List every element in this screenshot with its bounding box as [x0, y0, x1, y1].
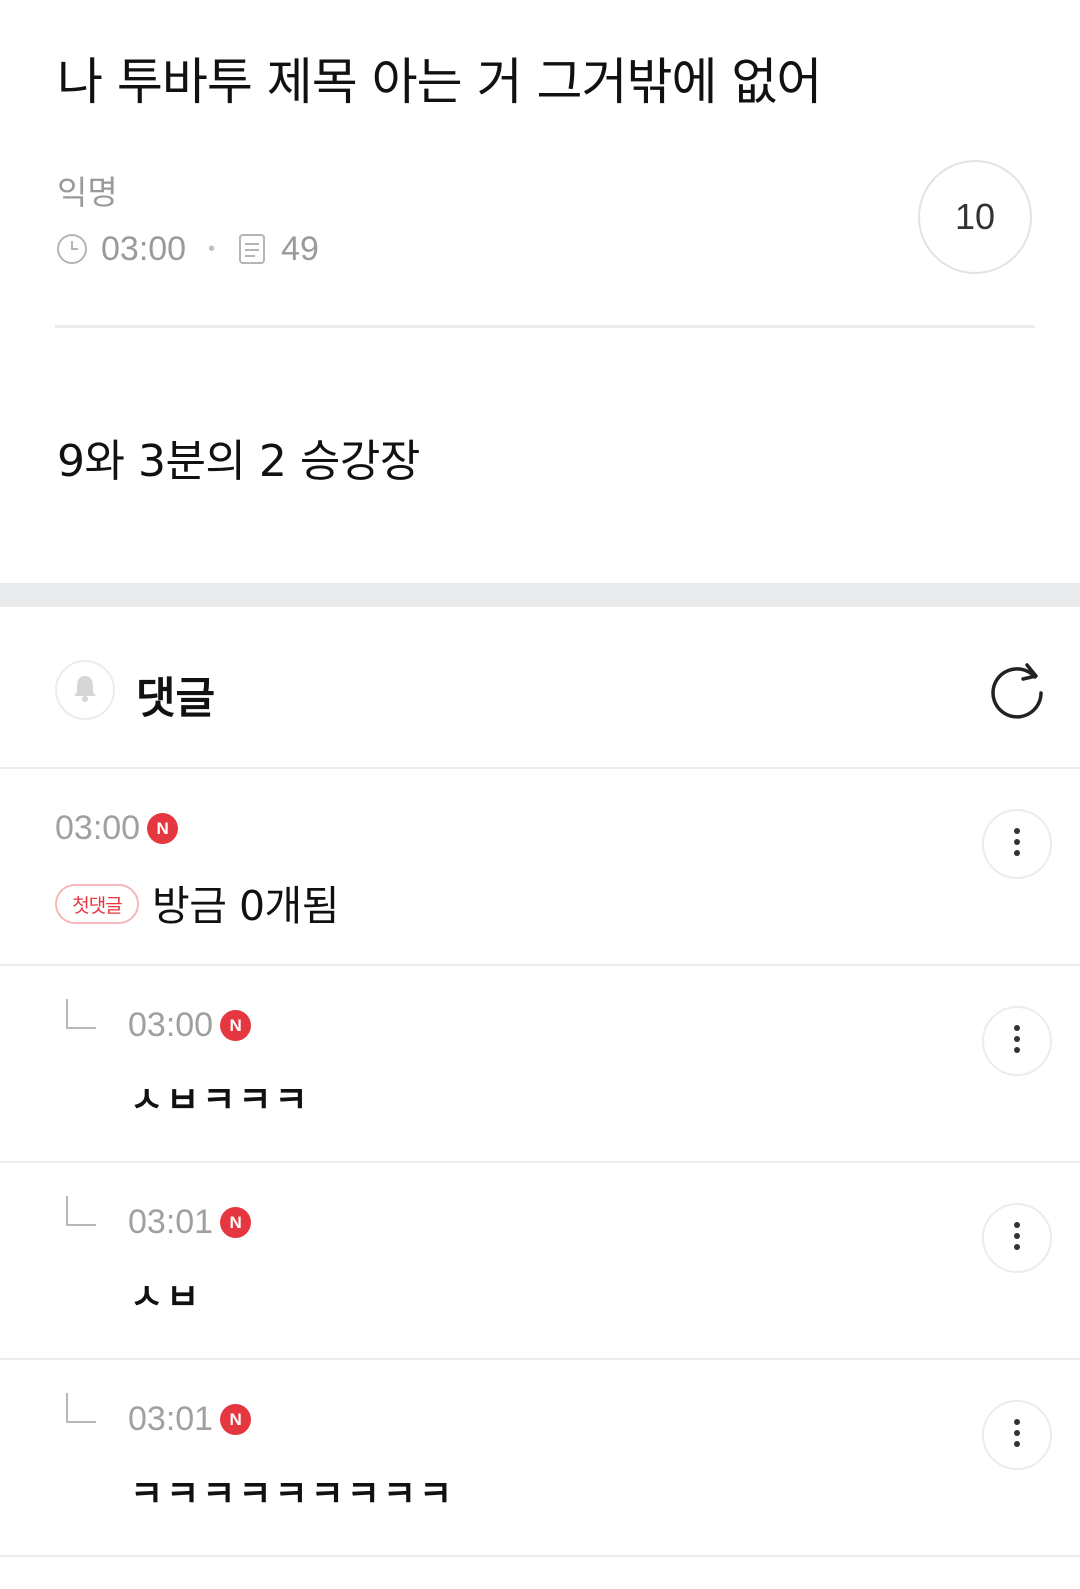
comment-more-button[interactable] — [982, 1203, 1052, 1273]
comment-time: 03:01 — [128, 1400, 214, 1438]
new-badge: N — [220, 1404, 252, 1435]
first-comment-badge: 첫댓글 — [55, 884, 139, 924]
reply-arrow-icon — [66, 999, 96, 1029]
bell-icon — [68, 671, 102, 709]
meta-separator: • — [208, 237, 216, 260]
comment-more-button[interactable] — [982, 1006, 1052, 1076]
more-vertical-icon — [1013, 827, 1021, 861]
reply-arrow-icon — [66, 1196, 96, 1226]
comment-more-button[interactable] — [982, 1400, 1052, 1470]
reply-item: 03:01 N ㅅㅂ — [0, 1163, 1080, 1358]
comment-time-row: 03:00 N — [55, 809, 179, 848]
post-header: 나 투바투 제목 아는 거 그거밖에 없어 익명 03:00 • 49 10 — [0, 0, 1080, 335]
comment-text: ㅋㅋㅋㅋㅋㅋㅋㅋㅋ — [130, 1474, 456, 1515]
new-badge: N — [147, 813, 179, 844]
comment-more-button[interactable] — [982, 809, 1052, 879]
refresh-icon — [985, 657, 1049, 725]
view-count: 49 — [281, 229, 319, 268]
document-icon — [235, 232, 269, 266]
refresh-button[interactable] — [984, 658, 1050, 724]
comment-item: 03:00 N 첫댓글 방금 0개됨 — [0, 769, 1080, 964]
comment-text: ㅅㅂㅋㅋㅋ — [130, 1080, 311, 1121]
comment-time: 03:00 — [55, 809, 141, 847]
post-meta: 03:00 • 49 — [55, 227, 319, 271]
more-vertical-icon — [1013, 1024, 1021, 1058]
notification-toggle[interactable] — [55, 660, 115, 720]
comment-text: 방금 0개됨 — [152, 882, 340, 930]
reply-item: 03:00 N ㅅㅂㅋㅋㅋ — [0, 966, 1080, 1161]
post-time: 03:00 — [101, 229, 187, 268]
comments-title: 댓글 — [136, 674, 216, 724]
comment-time: 03:00 — [128, 1006, 214, 1044]
post-title: 나 투바투 제목 아는 거 그거밖에 없어 — [57, 53, 822, 111]
comment-time-row: 03:01 N — [128, 1400, 252, 1439]
section-separator — [0, 583, 1080, 607]
new-badge: N — [220, 1207, 252, 1238]
more-vertical-icon — [1013, 1418, 1021, 1452]
author-name: 익명 — [57, 173, 118, 212]
comment-text: ㅅㅂ — [130, 1277, 203, 1318]
comment-time-row: 03:01 N — [128, 1203, 252, 1242]
reply-item: 03:01 N ㅋㅋㅋㅋㅋㅋㅋㅋㅋ — [0, 1360, 1080, 1555]
more-vertical-icon — [1013, 1221, 1021, 1255]
clock-icon — [55, 232, 89, 266]
divider — [0, 1555, 1080, 1557]
header-divider — [55, 325, 1035, 328]
reply-arrow-icon — [66, 1393, 96, 1423]
comment-time-row: 03:00 N — [128, 1006, 252, 1045]
post-body: 9와 3분의 2 승강장 — [57, 436, 420, 487]
comment-time: 03:01 — [128, 1203, 214, 1241]
new-badge: N — [220, 1010, 252, 1041]
like-button[interactable]: 10 — [918, 160, 1032, 274]
